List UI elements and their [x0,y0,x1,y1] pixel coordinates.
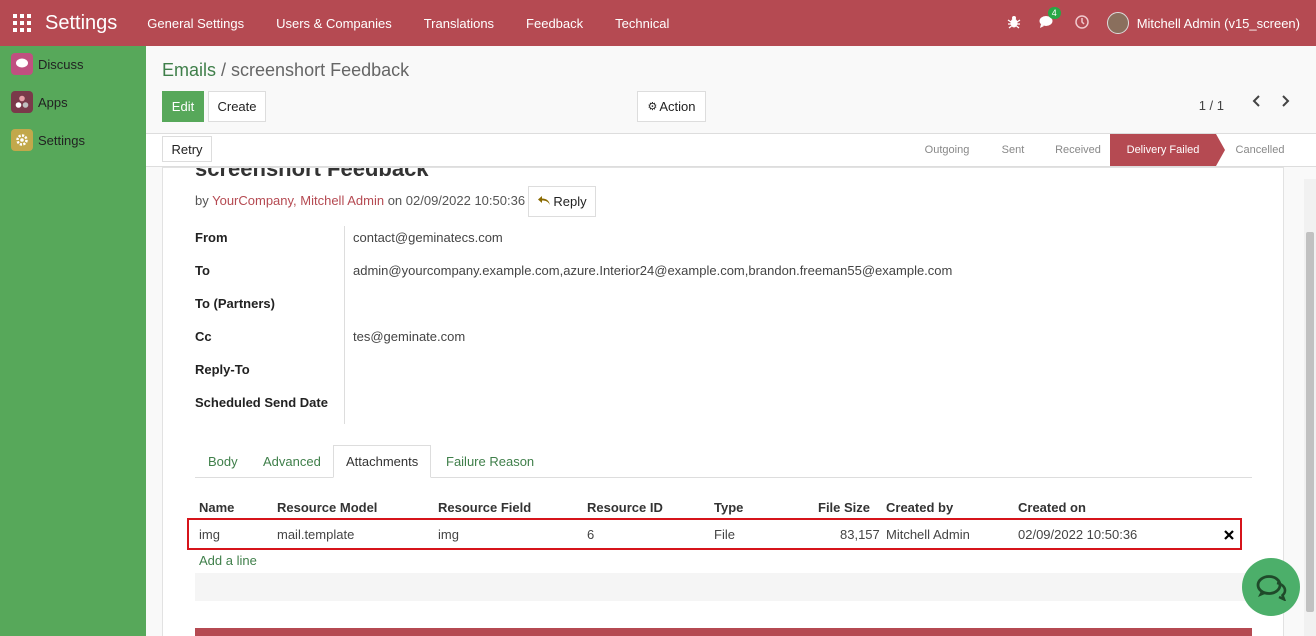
stage-received[interactable]: Received [1046,134,1110,166]
sidebar-item-discuss[interactable]: Discuss [0,45,146,83]
discuss-icon [11,53,33,75]
menu-general-settings[interactable]: General Settings [147,16,244,31]
sidebar-item-label: Settings [38,132,85,148]
chevron-left-icon[interactable] [1251,94,1263,113]
chat-bubbles-icon [1256,575,1287,601]
column-header-created-by[interactable]: Created by [886,500,953,515]
gear-icon: ⚙ [647,101,658,113]
main-content: Emails / screenshort Feedback Edit Creat… [146,46,1316,636]
menu-technical[interactable]: Technical [615,16,669,31]
cell-file-size: 83,157 [840,527,880,542]
stage-outgoing[interactable]: Outgoing [914,134,980,166]
cell-name: img [199,527,220,542]
from-label: From [195,230,228,245]
edit-button[interactable]: Edit [162,91,204,122]
apps-icon [11,91,33,113]
to-value: admin@yourcompany.example.com,azure.Inte… [353,263,953,278]
bug-icon[interactable] [1007,15,1021,32]
message-byline: by YourCompany, Mitchell Admin on 02/09/… [195,193,525,208]
column-header-file-size[interactable]: File Size [818,500,870,515]
tab-body[interactable]: Body [208,445,238,478]
stage-sent[interactable]: Sent [980,134,1046,166]
gear-icon [11,129,33,151]
menu-feedback[interactable]: Feedback [526,16,583,31]
tab-failure-reason[interactable]: Failure Reason [446,445,534,478]
column-header-name[interactable]: Name [199,500,234,515]
reply-button[interactable]: Reply [528,186,596,217]
column-header-created-on[interactable]: Created on [1018,500,1086,515]
delete-row-icon[interactable] [1224,528,1234,543]
cell-created-on: 02/09/2022 10:50:36 [1018,527,1138,542]
tab-advanced[interactable]: Advanced [263,445,321,478]
message-title: screenshort Feedback [195,167,429,181]
breadcrumb-emails-link[interactable]: Emails [162,60,216,80]
sidebar-item-label: Discuss [38,56,84,72]
breadcrumb: Emails / screenshort Feedback [162,60,409,81]
cell-created-by: Mitchell Admin [886,527,970,542]
cell-resource-field: img [438,527,459,542]
table-footer [195,573,1252,601]
field-divider [344,226,345,424]
scrollbar[interactable] [1304,179,1316,636]
reply-to-label: Reply-To [195,362,250,377]
form-sheet: screenshort Feedback by YourCompany, Mit… [162,167,1284,636]
byline-prefix: by [195,193,213,208]
column-header-type[interactable]: Type [714,500,743,515]
app-menu-icon[interactable] [13,14,31,32]
tab-attachments[interactable]: Attachments [333,445,432,478]
menu-users-companies[interactable]: Users & Companies [276,16,392,31]
chat-icon[interactable]: 4 [1039,6,1061,32]
sidebar-item-apps[interactable]: Apps [0,83,146,121]
column-header-resource-id[interactable]: Resource ID [587,500,663,515]
from-value: contact@geminatecs.com [353,230,503,245]
cc-label: Cc [195,329,212,344]
retry-button[interactable]: Retry [162,136,212,162]
stage-delivery-failed[interactable]: Delivery Failed [1110,134,1216,166]
stage-arrow [1216,134,1225,166]
to-partners-label: To (Partners) [195,296,275,311]
breadcrumb-current: screenshort Feedback [231,60,410,80]
breadcrumb-separator: / [216,60,232,80]
scheduled-send-date-label: Scheduled Send Date [195,395,328,410]
top-navbar: Settings General Settings Users & Compan… [0,0,1316,46]
app-name: Settings [45,11,118,34]
cell-resource-id: 6 [587,527,595,542]
byline-date: on 02/09/2022 10:50:36 [384,193,526,208]
stage-cancelled[interactable]: Cancelled [1225,134,1295,166]
clock-icon[interactable] [1074,14,1089,32]
avatar[interactable] [1106,12,1129,34]
byline-authors[interactable]: YourCompany, Mitchell Admin [212,193,384,208]
to-label: To [195,263,210,278]
scroll-thumb[interactable] [1306,232,1314,612]
action-button-label: Action [659,99,696,114]
user-menu[interactable]: Mitchell Admin (v15_screen) [1137,16,1300,31]
statusbar: Retry Outgoing Sent Received Delivery Fa… [146,133,1316,167]
create-button[interactable]: Create [208,91,266,122]
livechat-button[interactable] [1242,558,1300,616]
reply-button-label: Reply [553,194,587,209]
action-button[interactable]: ⚙ Action [637,91,706,122]
add-line-link[interactable]: Add a line [199,553,257,568]
column-header-resource-model[interactable]: Resource Model [277,500,377,515]
sidebar: Discuss Apps Settings [0,46,146,636]
cell-type: File [714,527,735,542]
chevron-right-icon[interactable] [1279,94,1291,113]
cell-resource-model: mail.template [277,527,355,542]
chat-badge: 4 [1047,6,1061,19]
menu-translations[interactable]: Translations [424,16,494,31]
cc-value: tes@geminate.com [353,329,466,344]
failure-section-bar [195,628,1252,636]
sidebar-item-settings[interactable]: Settings [0,121,146,159]
notebook-tabs: Body Advanced Attachments Failure Reason [195,445,1252,478]
pager-value[interactable]: 1 / 1 [1199,98,1224,113]
sidebar-item-label: Apps [38,94,68,110]
column-header-resource-field[interactable]: Resource Field [438,500,531,515]
reply-icon [537,194,551,209]
